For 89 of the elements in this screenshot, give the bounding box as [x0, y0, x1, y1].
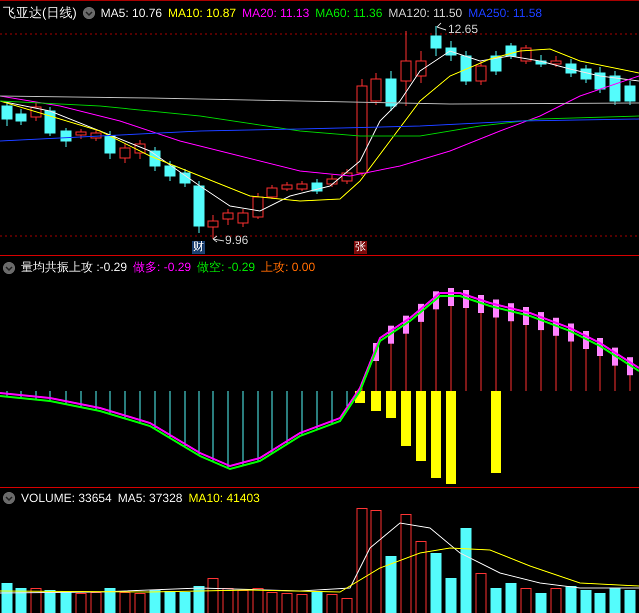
candlestick [30, 102, 42, 122]
candlestick [60, 128, 72, 148]
candlestick [342, 168, 352, 184]
volume-bar [386, 556, 396, 613]
volume-bar [430, 553, 442, 613]
candlestick [476, 60, 486, 86]
volume-bar [490, 588, 502, 613]
candlestick [416, 50, 426, 84]
candlestick [16, 108, 26, 126]
volume-bar [164, 591, 176, 613]
candlestick [194, 180, 204, 234]
indicator-label: MA5: 37328 [118, 491, 182, 505]
candlestick [44, 106, 56, 136]
volume-bar [2, 583, 12, 613]
volume-bar [194, 586, 204, 613]
candlestick [238, 208, 248, 228]
indicator-label: 做多: -0.29 [133, 259, 192, 276]
signal-bar [386, 391, 396, 418]
indicator-label: MA250: 11.58 [468, 6, 542, 20]
indicator-label: MA5: 10.76 [100, 6, 162, 20]
candlestick [180, 168, 190, 188]
volume-bar [624, 590, 636, 613]
chart-title: 飞亚达(日线) [3, 4, 77, 22]
candlestick [90, 130, 102, 142]
volume-bar [16, 588, 26, 613]
candlestick [266, 184, 278, 200]
price-label: 9.96 [225, 233, 248, 247]
dropdown-icon[interactable] [3, 262, 15, 274]
candlestick [580, 64, 592, 84]
candlestick [312, 178, 322, 194]
candlestick [624, 80, 636, 106]
volume-bar [446, 578, 456, 613]
event-marker[interactable]: 张 [354, 241, 367, 254]
candlestick [520, 44, 532, 64]
event-marker[interactable]: 财 [192, 241, 205, 254]
indicator-label: 量均共振上攻 :-0.29 [21, 259, 128, 276]
indicator-label: MA10: 41403 [188, 491, 260, 505]
candlestick [252, 192, 264, 220]
candlestick [296, 180, 308, 192]
candlestick [446, 40, 456, 62]
volume-bar [312, 592, 322, 613]
low-pointer-icon [212, 236, 224, 242]
volume-bar [180, 592, 190, 613]
candlestick [566, 58, 576, 78]
indicator-label: MA120: 11.50 [388, 6, 462, 20]
volume-bar [506, 583, 516, 613]
candlestick [460, 50, 472, 86]
price-label: 12.65 [448, 22, 478, 36]
candlestick [2, 100, 12, 126]
candlestick [134, 140, 146, 160]
indicator-label: VOLUME: 33654 [21, 491, 112, 505]
signal-bar [371, 391, 381, 411]
volume-bar [536, 593, 546, 613]
volume-bar [594, 593, 606, 613]
volume-bar [44, 590, 56, 613]
candlestick [164, 160, 176, 182]
candlestick [208, 214, 218, 240]
candlestick [326, 174, 338, 188]
signal-bar [401, 391, 411, 446]
indicator-label: 做空: -0.29 [197, 259, 256, 276]
volume-bar [104, 588, 116, 613]
indicator-label: MA10: 10.87 [168, 6, 236, 20]
signal-bar [416, 391, 426, 461]
dropdown-icon[interactable] [82, 7, 95, 19]
candlestick [76, 128, 86, 140]
candlestick [610, 70, 620, 106]
candlestick [370, 72, 382, 106]
indicator-label: 上攻: 0.00 [261, 259, 316, 276]
candlestick [550, 56, 562, 68]
candlestick [150, 146, 160, 172]
volume-bar [150, 590, 160, 613]
candlestick [430, 26, 442, 56]
volume-bar [60, 591, 72, 613]
volume-bar [566, 586, 576, 613]
indicator-label: MA60: 11.36 [315, 6, 382, 20]
dropdown-icon[interactable] [3, 492, 15, 504]
candlestick [222, 208, 234, 226]
candlestick [120, 144, 130, 164]
candlestick [386, 70, 396, 112]
candlestick [594, 66, 606, 94]
candlestick [536, 54, 546, 68]
volume-bar [610, 588, 620, 613]
volume-bar [580, 590, 592, 613]
candlestick [104, 130, 116, 160]
high-pointer-icon [436, 22, 446, 30]
indicator-label: MA20: 11.13 [242, 6, 310, 20]
candlestick [506, 42, 516, 60]
candlestick [282, 182, 292, 192]
candlestick [490, 50, 502, 76]
